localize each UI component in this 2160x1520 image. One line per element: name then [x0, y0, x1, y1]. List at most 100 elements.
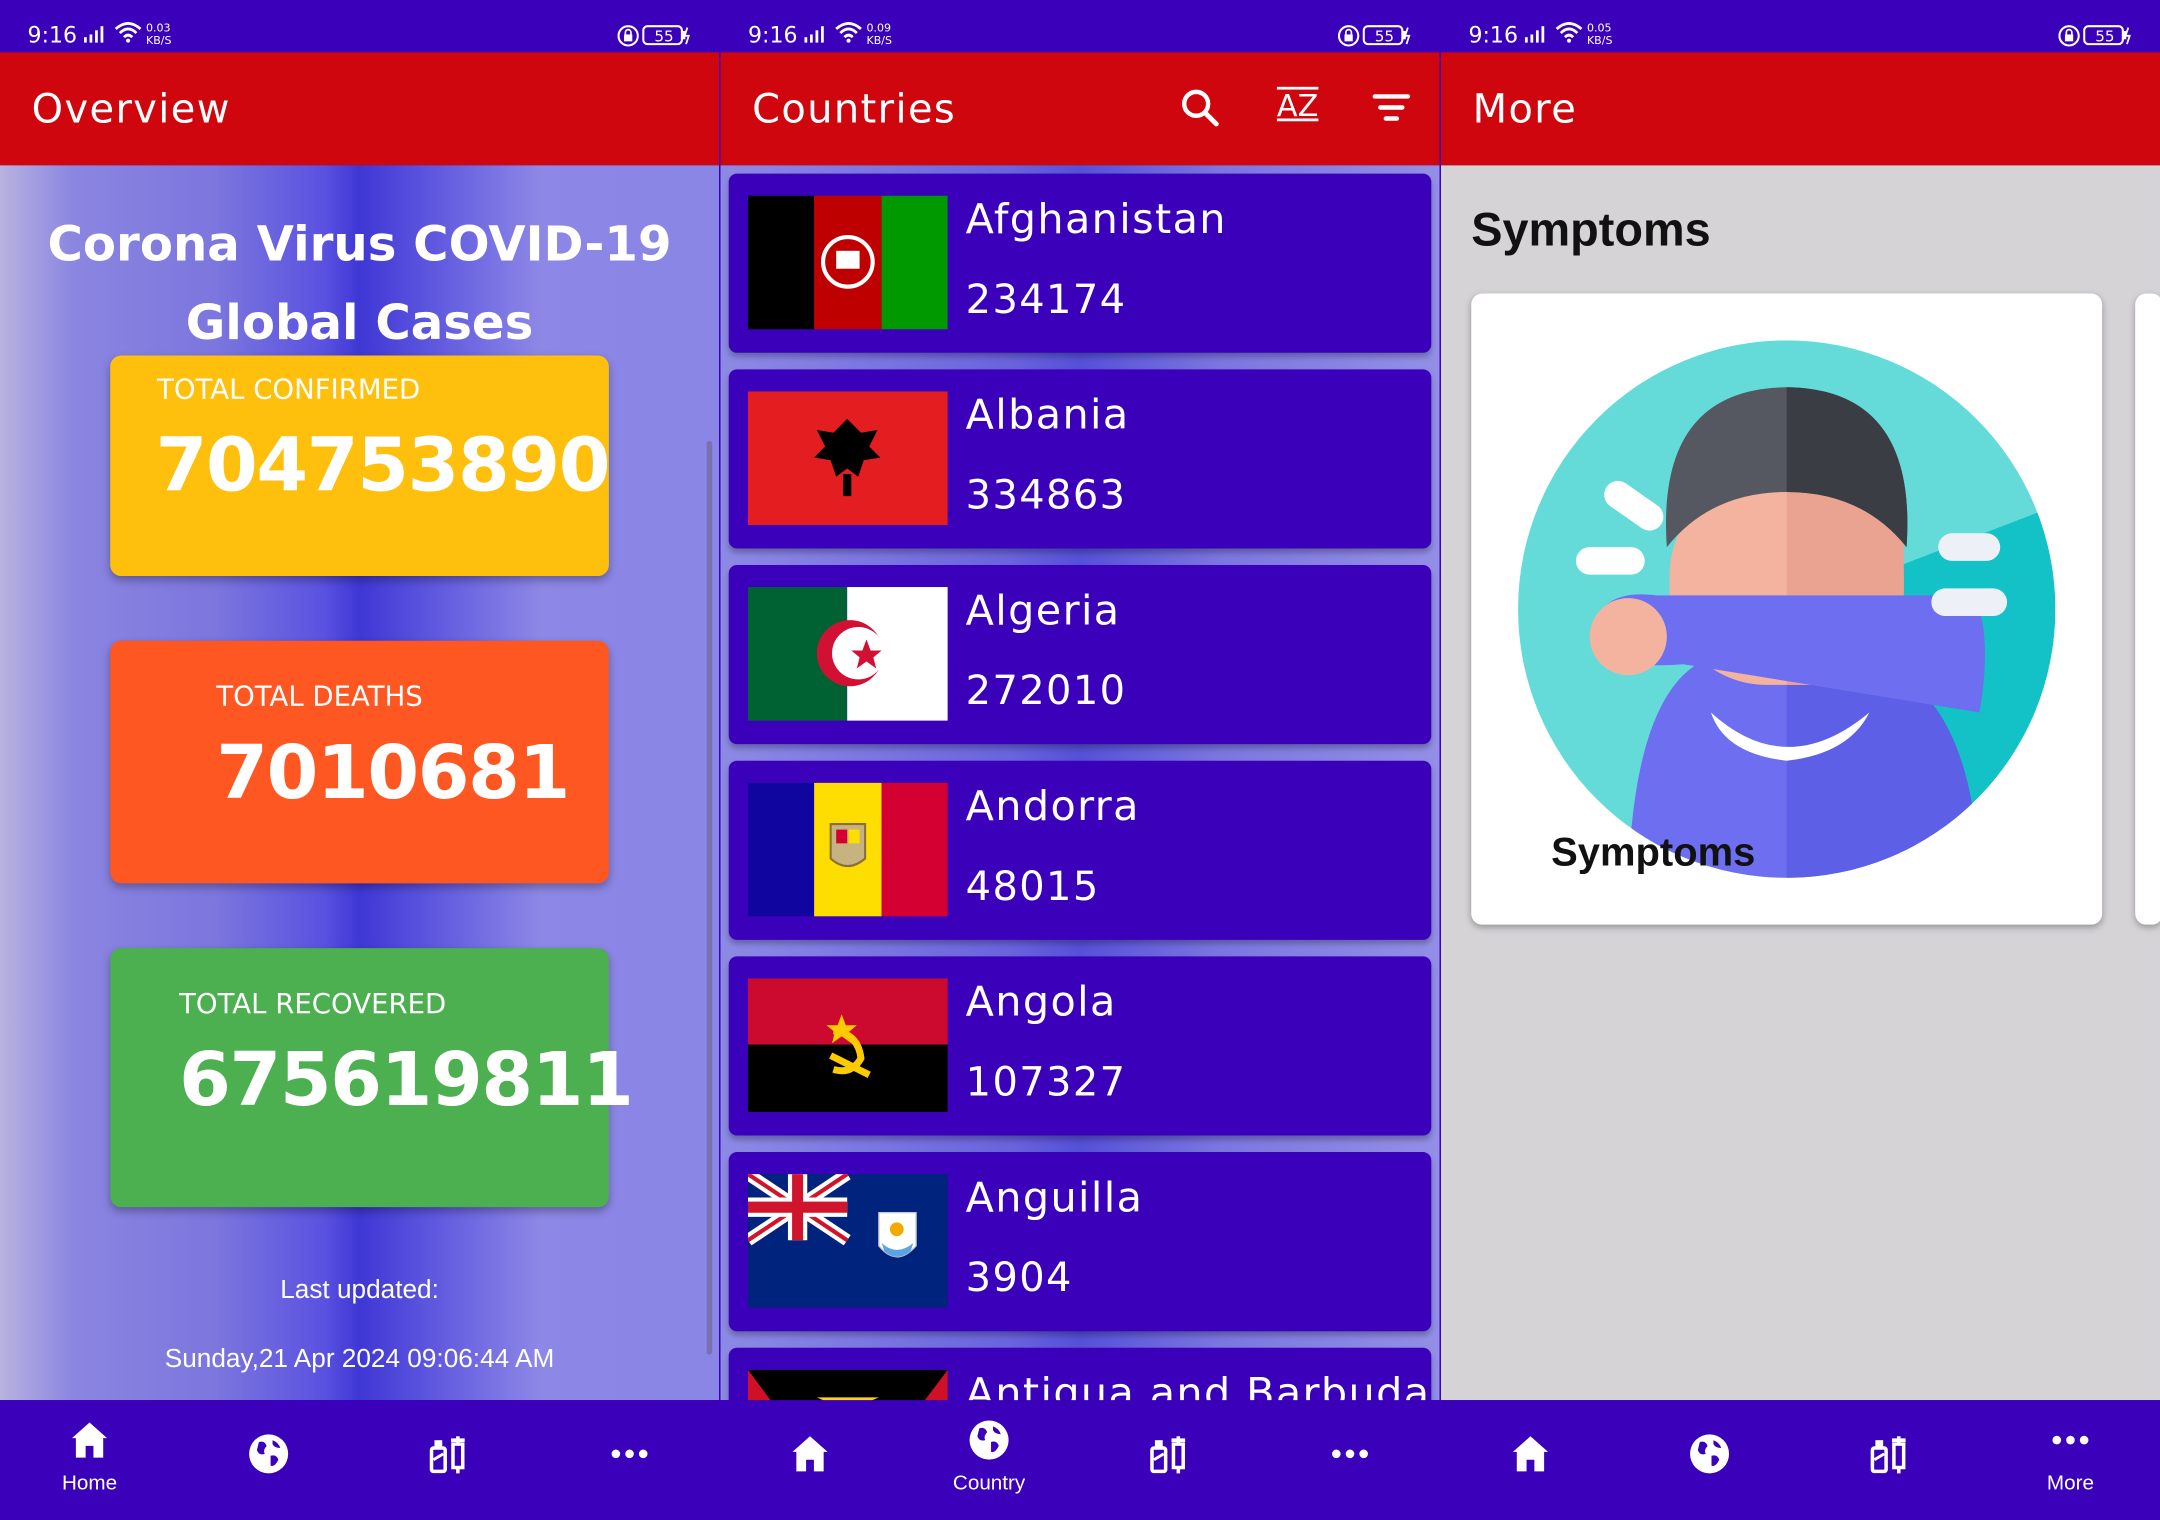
nav-more-label: More — [2046, 1471, 2095, 1496]
wifi-icon — [835, 22, 862, 43]
nav-home[interactable] — [1441, 1400, 1620, 1520]
sort-az-icon: AZ — [1276, 89, 1319, 125]
search-icon[interactable] — [1178, 85, 1222, 129]
signal-icon — [1524, 26, 1545, 43]
deaths-label: TOTAL DEATHS — [216, 679, 423, 713]
network-speed: 0.03 KB/S — [146, 22, 172, 47]
more-screen: 9:16 0.05 KB/S 55 More Symptoms Symptoms… — [1440, 0, 2160, 1520]
heading-line-1: Corona Virus COVID-19 — [47, 217, 672, 273]
app-bar: Countries AZ — [720, 52, 1440, 166]
nav-country[interactable] — [1620, 1400, 1799, 1520]
heading-line-2: Global Cases — [185, 296, 534, 352]
status-bar: 9:16 0.05 KB/S 55 — [1440, 0, 2160, 53]
country-row-algeria[interactable]: Algeria 272010 — [728, 565, 1432, 745]
country-row-anguilla[interactable]: Anguilla 3904 — [728, 1152, 1432, 1332]
country-name: Albania — [965, 391, 1130, 440]
country-name: Anguilla — [965, 1174, 1144, 1223]
last-updated-value: Sunday,21 Apr 2024 09:06:44 AM — [164, 1344, 555, 1374]
nav-home[interactable] — [720, 1400, 899, 1520]
total-deaths-card: TOTAL DEATHS 7010681 — [110, 640, 609, 884]
page-title: More — [1472, 85, 1578, 133]
country-row-albania[interactable]: Albania 334863 — [728, 369, 1432, 549]
bottom-nav: More — [1440, 1400, 2160, 1520]
symptoms-card[interactable]: Symptoms — [1471, 293, 2103, 925]
rotation-lock-icon — [1337, 25, 1360, 47]
next-card-peek[interactable] — [2135, 293, 2160, 925]
vaccine-icon — [1150, 1436, 1186, 1474]
flag-afghanistan-icon — [748, 195, 948, 330]
status-time: 9:16 — [1468, 22, 1518, 49]
flag-anguilla-icon — [748, 1174, 948, 1308]
battery-level: 55 — [1374, 27, 1395, 46]
flag-andorra-icon — [748, 782, 948, 917]
nav-more[interactable]: More — [1981, 1400, 2160, 1520]
wifi-icon — [114, 22, 142, 43]
signal-icon — [84, 26, 104, 43]
country-cases: 234174 — [965, 275, 1127, 323]
nav-country-label: Country — [952, 1471, 1026, 1496]
page-title: Overview — [31, 85, 231, 133]
countries-screen: 9:16 0.09 KB/S 55 Countries AZ Afghanista… — [720, 0, 1440, 1520]
country-name: Algeria — [965, 587, 1121, 636]
signal-icon — [804, 26, 824, 43]
recovered-label: TOTAL RECOVERED — [179, 986, 447, 1020]
nav-country[interactable] — [179, 1400, 358, 1520]
confirmed-label: TOTAL CONFIRMED — [157, 372, 421, 406]
overview-content: Corona Virus COVID-19 Global Cases TOTAL… — [0, 165, 720, 1401]
bottom-nav: Home — [0, 1400, 720, 1520]
filter-list-icon[interactable] — [1369, 85, 1413, 129]
nav-home[interactable]: Home — [0, 1400, 179, 1520]
home-icon — [792, 1436, 828, 1472]
coughing-person-illustration — [1518, 340, 2056, 878]
more-dots-icon — [611, 1449, 648, 1459]
country-cases: 48015 — [965, 862, 1100, 910]
more-dots-icon — [2052, 1435, 2089, 1445]
nav-country[interactable]: Country — [900, 1400, 1079, 1520]
flag-albania-icon — [748, 391, 948, 526]
network-speed: 0.05 KB/S — [1586, 22, 1613, 47]
flag-algeria-icon — [748, 587, 948, 721]
wifi-icon — [1555, 22, 1583, 43]
total-confirmed-card: TOTAL CONFIRMED 704753890 — [110, 355, 610, 577]
deaths-value: 7010681 — [216, 728, 570, 816]
more-content: Symptoms Symptoms — [1440, 165, 2160, 1401]
country-cases: 3904 — [965, 1254, 1073, 1301]
nav-vaccine[interactable] — [1080, 1400, 1259, 1520]
country-name: Andorra — [965, 782, 1140, 831]
battery-level: 55 — [654, 27, 674, 46]
network-speed: 0.09 KB/S — [866, 22, 892, 47]
country-cases: 107327 — [965, 1058, 1127, 1106]
total-recovered-card: TOTAL RECOVERED 675619811 — [110, 948, 634, 1208]
globe-icon — [1690, 1434, 1730, 1474]
rotation-lock-icon — [2058, 25, 2080, 47]
last-updated-label: Last updated: — [280, 1276, 439, 1306]
scrollbar[interactable] — [706, 440, 713, 1355]
vaccine-icon — [429, 1436, 465, 1474]
globe-icon — [969, 1420, 1009, 1460]
nav-vaccine[interactable] — [360, 1400, 539, 1520]
home-icon — [1512, 1436, 1549, 1472]
country-row-afghanistan[interactable]: Afghanistan 234174 — [728, 173, 1432, 353]
status-bar: 9:16 0.09 KB/S 55 — [720, 0, 1440, 53]
globe-icon — [249, 1434, 289, 1474]
flag-angola-icon — [748, 978, 948, 1113]
battery-level: 55 — [2095, 27, 2115, 46]
country-row-andorra[interactable]: Andorra 48015 — [728, 760, 1432, 940]
country-name: Afghanistan — [965, 195, 1227, 244]
status-time: 9:16 — [748, 22, 798, 49]
nav-home-label: Home — [61, 1471, 118, 1496]
rotation-lock-icon — [617, 25, 639, 47]
country-row-angola[interactable]: Angola 107327 — [728, 956, 1432, 1136]
overview-screen: 9:16 0.03 KB/S 55 Overview Corona Virus C… — [0, 0, 720, 1520]
page-title: Countries — [752, 85, 957, 133]
recovered-value: 675619811 — [179, 1036, 634, 1124]
status-bar: 9:16 0.03 KB/S 55 — [0, 0, 720, 53]
overview-heading: Corona Virus COVID-19 Global Cases — [0, 207, 719, 364]
nav-vaccine[interactable] — [1800, 1400, 1979, 1520]
bottom-nav: Country — [720, 1400, 1440, 1520]
nav-more[interactable] — [1260, 1400, 1439, 1520]
nav-more[interactable] — [540, 1400, 719, 1520]
countries-list[interactable]: Afghanistan 234174 Albania 334863 Algeri… — [720, 165, 1440, 1520]
country-cases: 334863 — [965, 471, 1127, 519]
sort-az-button[interactable]: AZ — [1274, 85, 1321, 129]
